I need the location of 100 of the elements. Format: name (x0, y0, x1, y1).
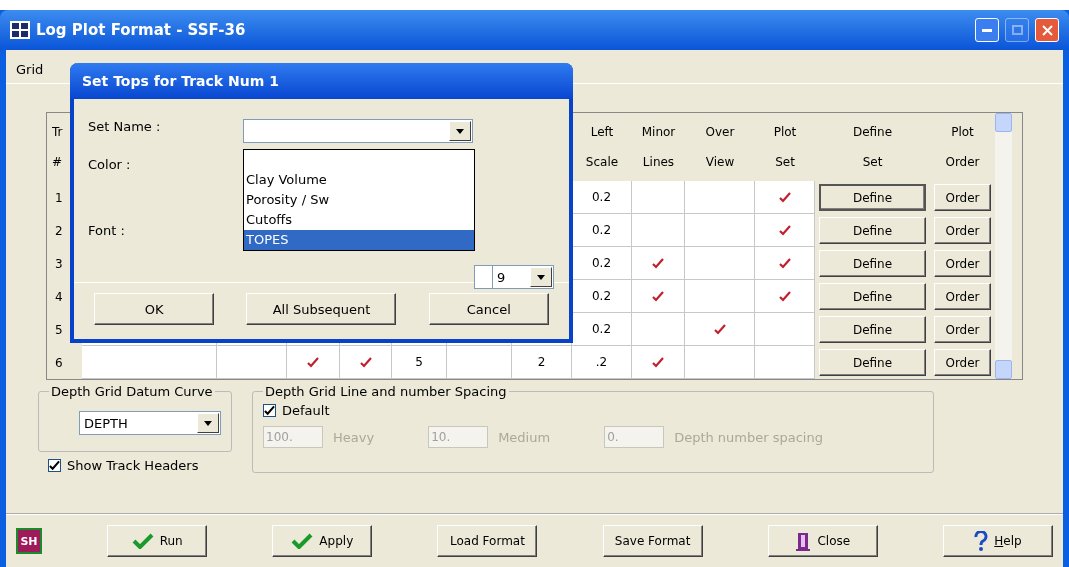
check-cell[interactable] (685, 181, 755, 214)
datum-dropdown[interactable]: DEPTH (79, 411, 221, 435)
table-cell: 0.2 (572, 247, 632, 280)
column-header: Over View (704, 124, 736, 171)
font-size-dropdown[interactable]: 9 (492, 265, 554, 289)
field-label: Font : (88, 223, 126, 240)
minimize-button[interactable] (975, 18, 999, 42)
check-cell[interactable] (632, 346, 685, 379)
door-icon (795, 531, 812, 551)
check-cell[interactable] (632, 280, 685, 313)
close-button[interactable] (1035, 18, 1059, 42)
footer-button[interactable]: Close (767, 525, 878, 557)
define-button[interactable]: Define (819, 184, 926, 211)
checkbox-label: Show Track Headers (67, 458, 199, 473)
table-cell: 2 (512, 346, 572, 379)
check-icon (131, 533, 154, 549)
checkbox[interactable] (263, 404, 276, 417)
check-cell[interactable] (287, 346, 340, 379)
check-icon (778, 290, 791, 302)
check-icon (713, 323, 726, 335)
dialog-button[interactable]: OK (94, 293, 215, 325)
check-icon (307, 356, 319, 368)
check-cell[interactable] (632, 247, 685, 280)
table-cell: .2 (572, 346, 632, 379)
column-header: Plot Set (772, 124, 798, 171)
column-header: Left Scale (584, 124, 620, 171)
app-icon (10, 21, 30, 39)
check-cell[interactable] (755, 247, 815, 280)
column-header: Plot Order (944, 124, 981, 171)
field-label: Heavy (333, 429, 375, 445)
check-icon (652, 290, 664, 302)
order-button[interactable]: Order (934, 349, 991, 376)
group-title: Depth Grid Datum Curve (50, 384, 214, 399)
footer-button[interactable]: Apply (272, 525, 373, 557)
define-button[interactable]: Define (819, 316, 926, 343)
define-button[interactable]: Define (819, 349, 926, 376)
check-cell[interactable] (685, 214, 755, 247)
table-cell: 0.2 (572, 313, 632, 346)
table-cell: 0.2 (572, 280, 632, 313)
dialog-button[interactable]: Cancel (428, 293, 549, 325)
check-icon (359, 356, 372, 368)
check-cell[interactable] (632, 181, 685, 214)
group-title: Depth Grid Line and number Spacing (264, 384, 508, 399)
column-header: Tr # (51, 124, 64, 171)
check-icon (264, 405, 275, 416)
list-item[interactable]: TOPES (244, 230, 474, 250)
order-button[interactable]: Order (934, 184, 991, 211)
check-cell[interactable] (632, 313, 685, 346)
check-cell[interactable] (685, 280, 755, 313)
footer-button[interactable]: Run (107, 525, 208, 557)
check-cell[interactable] (685, 247, 755, 280)
check-icon (778, 191, 791, 203)
check-icon (778, 224, 791, 236)
close-icon (1041, 24, 1053, 36)
dropdown-arrow-icon (537, 274, 545, 280)
field-label: Medium (498, 429, 551, 445)
set-name-dropdown[interactable] (243, 119, 473, 143)
check-icon (652, 356, 664, 368)
check-icon (652, 257, 664, 269)
define-button[interactable]: Define (819, 283, 926, 310)
define-button[interactable]: Define (819, 217, 926, 244)
order-button[interactable]: Order (934, 283, 991, 310)
scroll-up-button[interactable] (995, 113, 1012, 132)
define-button[interactable]: Define (819, 250, 926, 277)
help-button[interactable]: Help (942, 525, 1053, 557)
field-label: Color : (88, 157, 132, 174)
footer-button[interactable]: Save Format (602, 525, 703, 557)
check-cell[interactable] (340, 346, 392, 379)
checkbox[interactable] (48, 459, 61, 472)
dialog-title: Set Tops for Track Num 1 (70, 63, 573, 99)
scrollbar[interactable] (995, 113, 1012, 379)
check-cell[interactable] (755, 280, 815, 313)
table-cell: 0.2 (572, 214, 632, 247)
check-cell[interactable] (685, 346, 755, 379)
check-cell[interactable] (685, 313, 755, 346)
app-logo: SH (16, 528, 42, 554)
help-icon (974, 531, 989, 551)
dropdown-arrow-icon (456, 128, 464, 134)
check-cell[interactable] (755, 313, 815, 346)
order-button[interactable]: Order (934, 250, 991, 277)
scroll-down-button[interactable] (995, 360, 1012, 379)
field-label: Depth number spacing (674, 429, 823, 445)
column-header: Minor Lines (640, 124, 677, 171)
check-icon (778, 257, 791, 269)
check-cell[interactable] (755, 214, 815, 247)
check-cell[interactable] (755, 346, 815, 379)
minimize-icon (982, 28, 992, 32)
window-title: Log Plot Format - SSF-36 (36, 21, 247, 39)
check-icon (49, 460, 60, 471)
check-icon (291, 533, 314, 549)
table-cell: 0.2 (572, 181, 632, 214)
order-button[interactable]: Order (934, 217, 991, 244)
order-button[interactable]: Order (934, 316, 991, 343)
check-cell[interactable] (755, 181, 815, 214)
maximize-icon (1011, 25, 1023, 35)
dropdown-arrow-icon (204, 420, 212, 426)
table-cell: 5 (392, 346, 447, 379)
check-cell[interactable] (632, 214, 685, 247)
dialog-button[interactable]: All Subsequent (246, 293, 397, 325)
footer-button[interactable]: Load Format (437, 525, 538, 557)
